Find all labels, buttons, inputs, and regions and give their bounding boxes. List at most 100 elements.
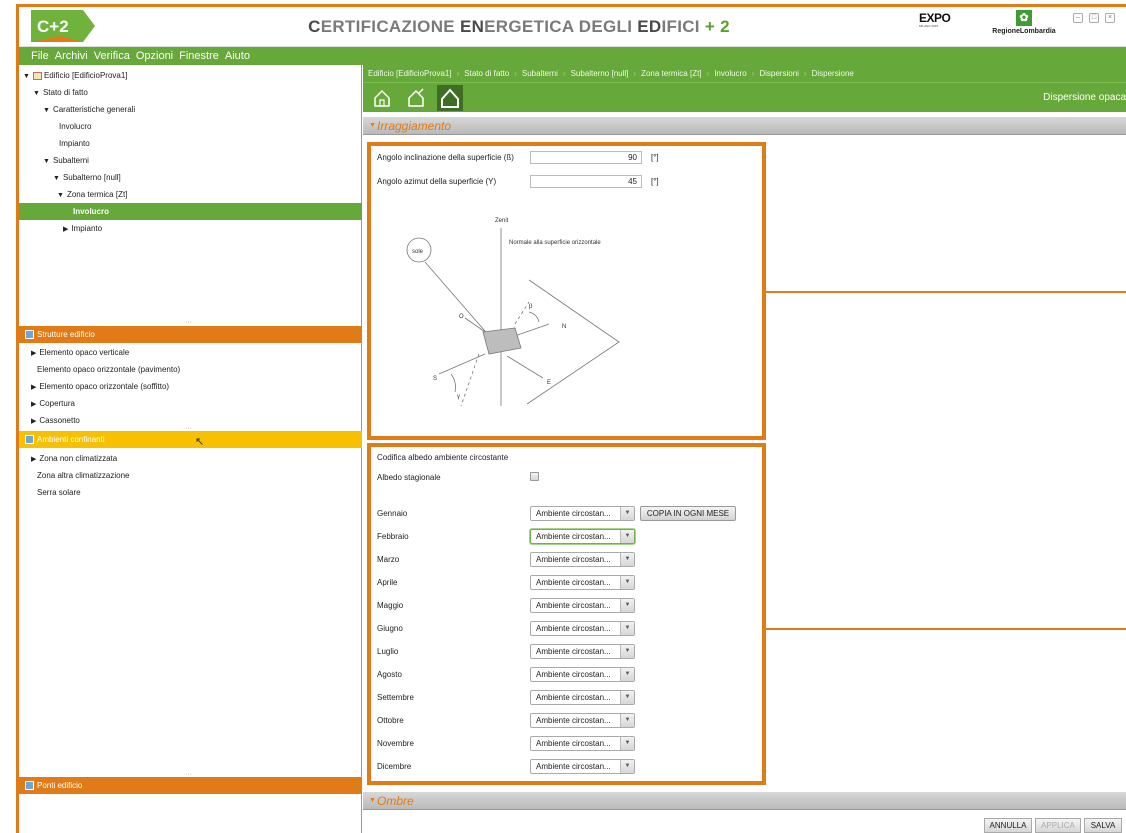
select-value: Ambiente circostan... [536, 532, 611, 541]
expand-right-icon[interactable]: ▶ [31, 413, 36, 430]
chevron-down-icon[interactable]: ▼ [620, 714, 634, 727]
expand-down-icon[interactable]: ▼ [53, 170, 60, 187]
breadcrumb-item[interactable]: Subalterni [522, 69, 558, 78]
chevron-down-icon[interactable]: ▼ [620, 737, 634, 750]
home-icon[interactable] [369, 85, 395, 111]
menu-aiuto[interactable]: Aiuto [225, 50, 250, 62]
tree-item-label: Impianto [59, 139, 90, 148]
albedo-select-giugno[interactable]: Ambiente circostan... ▼ [530, 621, 635, 636]
chevron-down-icon[interactable]: ▼ [620, 553, 634, 566]
house-envelope-icon[interactable] [437, 85, 463, 111]
tree-item-caratteristiche[interactable]: ▼ Caratteristiche generali [19, 101, 362, 118]
albedo-select-dicembre[interactable]: Ambiente circostan... ▼ [530, 759, 635, 774]
chevron-down-icon[interactable]: ▼ [620, 691, 634, 704]
tree-item-label: Edificio [EdificioProva1] [43, 71, 128, 80]
menu-file[interactable]: File [31, 50, 49, 62]
section-title: Ombre [377, 794, 414, 808]
expand-down-icon[interactable]: ▼ [23, 68, 30, 85]
albedo-select-aprile[interactable]: Ambiente circostan... ▼ [530, 575, 635, 590]
collapse-icon[interactable]: ▼ [369, 797, 376, 804]
section-strutture-header[interactable]: Strutture edificio [19, 326, 362, 343]
tree-item-zona-involucro[interactable]: Involucro [19, 203, 362, 220]
breadcrumb-item[interactable]: Dispersione [812, 69, 854, 78]
list-item[interactable]: ▶ Elemento opaco orizzontale (soffitto) [19, 378, 362, 395]
azimuth-input[interactable]: 45 [530, 175, 642, 188]
tree-item-subalterni[interactable]: ▼ Subalterni [19, 152, 362, 169]
expand-down-icon[interactable]: ▼ [43, 102, 50, 119]
chevron-down-icon[interactable]: ▼ [620, 599, 634, 612]
expand-right-icon[interactable]: ▶ [31, 345, 36, 362]
tree-item-zona-termica[interactable]: ▼ Zona termica [Zt] [19, 186, 362, 203]
apply-button[interactable]: APPLICA [1035, 818, 1081, 833]
menu-verifica[interactable]: Verifica [94, 50, 130, 62]
close-icon[interactable]: × [1105, 13, 1115, 23]
list-item[interactable]: Elemento opaco orizzontale (pavimento) [19, 361, 362, 378]
tree-item-label: Caratteristiche generali [52, 105, 136, 114]
expand-down-icon[interactable]: ▼ [33, 85, 40, 102]
albedo-select-ottobre[interactable]: Ambiente circostan... ▼ [530, 713, 635, 728]
chevron-down-icon[interactable]: ▼ [620, 530, 634, 543]
section-title: Ponti edificio [37, 781, 83, 790]
albedo-select-febbraio[interactable]: Ambiente circostan... ▼ [530, 529, 635, 544]
albedo-select-marzo[interactable]: Ambiente circostan... ▼ [530, 552, 635, 567]
albedo-select-luglio[interactable]: Ambiente circostan... ▼ [530, 644, 635, 659]
expand-right-icon[interactable]: ▶ [63, 221, 68, 238]
tree-item-zona-impianto[interactable]: ▶ Impianto [19, 220, 362, 237]
breadcrumb-item[interactable]: Edificio [EdificioProva1] [368, 69, 452, 78]
tree-item-edificio[interactable]: ▼ Edificio [EdificioProva1] [19, 67, 362, 84]
tree-item-label: Subalterno [null] [62, 173, 121, 182]
breadcrumb-item[interactable]: Dispersioni [759, 69, 799, 78]
tree-item-impianto[interactable]: Impianto [19, 135, 362, 152]
expand-right-icon[interactable]: ▶ [31, 451, 36, 468]
albedo-select-agosto[interactable]: Ambiente circostan... ▼ [530, 667, 635, 682]
chevron-down-icon[interactable]: ▼ [620, 507, 634, 520]
inclination-input[interactable]: 90 [530, 151, 642, 164]
tree-item-stato-di-fatto[interactable]: ▼ Stato di fatto [19, 84, 362, 101]
breadcrumb-item[interactable]: Subalterno [null] [571, 69, 629, 78]
albedo-select-settembre[interactable]: Ambiente circostan... ▼ [530, 690, 635, 705]
title-part-3: EN [459, 17, 485, 36]
tree-item-label: Impianto [71, 224, 103, 233]
section-ponti-header[interactable]: Ponti edificio [19, 777, 362, 794]
chevron-down-icon[interactable]: ▼ [620, 668, 634, 681]
list-item[interactable]: Zona altra climatizzazione [19, 467, 362, 484]
albedo-select-maggio[interactable]: Ambiente circostan... ▼ [530, 598, 635, 613]
breadcrumb-item[interactable]: Involucro [714, 69, 746, 78]
list-item[interactable]: Serra solare [19, 484, 362, 501]
menu-archivi[interactable]: Archivi [55, 50, 88, 62]
albedo-stagionale-checkbox[interactable] [530, 472, 539, 481]
expand-down-icon[interactable]: ▼ [57, 187, 64, 204]
list-item-label: Cassonetto [39, 416, 80, 425]
chevron-down-icon[interactable]: ▼ [620, 760, 634, 773]
list-item[interactable]: ▶ Elemento opaco verticale [19, 344, 362, 361]
resize-grip[interactable]: ··· [185, 319, 192, 326]
maximize-icon[interactable]: □ [1089, 13, 1099, 23]
collapse-icon[interactable]: ▼ [369, 122, 376, 129]
house-edit-icon[interactable] [403, 85, 429, 111]
menu-finestre[interactable]: Finestre [179, 50, 219, 62]
list-item[interactable]: ▶ Copertura [19, 395, 362, 412]
tree-item-subalterno[interactable]: ▼ Subalterno [null] [19, 169, 362, 186]
breadcrumb-item[interactable]: Stato di fatto [464, 69, 509, 78]
albedo-select-gennaio[interactable]: Ambiente circostan... ▼ [530, 506, 635, 521]
breadcrumb-item[interactable]: Zona termica [Zt] [641, 69, 701, 78]
expand-down-icon[interactable]: ▼ [43, 153, 50, 170]
expand-right-icon[interactable]: ▶ [31, 396, 36, 413]
cancel-button[interactable]: ANNULLA [984, 818, 1032, 833]
chevron-down-icon[interactable]: ▼ [620, 622, 634, 635]
month-label-settembre: Settembre [377, 693, 414, 702]
month-label-novembre: Novembre [377, 739, 414, 748]
section-ambienti-header[interactable]: Ambienti confinanti ↖ [19, 431, 362, 448]
expand-right-icon[interactable]: ▶ [31, 379, 36, 396]
albedo-select-novembre[interactable]: Ambiente circostan... ▼ [530, 736, 635, 751]
list-item[interactable]: ▶ Zona non climatizzata [19, 450, 362, 467]
ombre-header[interactable]: ▼ Ombre [363, 792, 1126, 810]
save-button[interactable]: SALVA [1084, 818, 1122, 833]
chevron-down-icon[interactable]: ▼ [620, 576, 634, 589]
copy-all-months-button[interactable]: COPIA IN OGNI MESE [640, 506, 736, 521]
menu-opzioni[interactable]: Opzioni [136, 50, 173, 62]
tree-item-involucro[interactable]: Involucro [19, 118, 362, 135]
irraggiamento-header[interactable]: ▼ Irraggiamento [363, 117, 1126, 135]
chevron-down-icon[interactable]: ▼ [620, 645, 634, 658]
minimize-icon[interactable]: – [1073, 13, 1083, 23]
